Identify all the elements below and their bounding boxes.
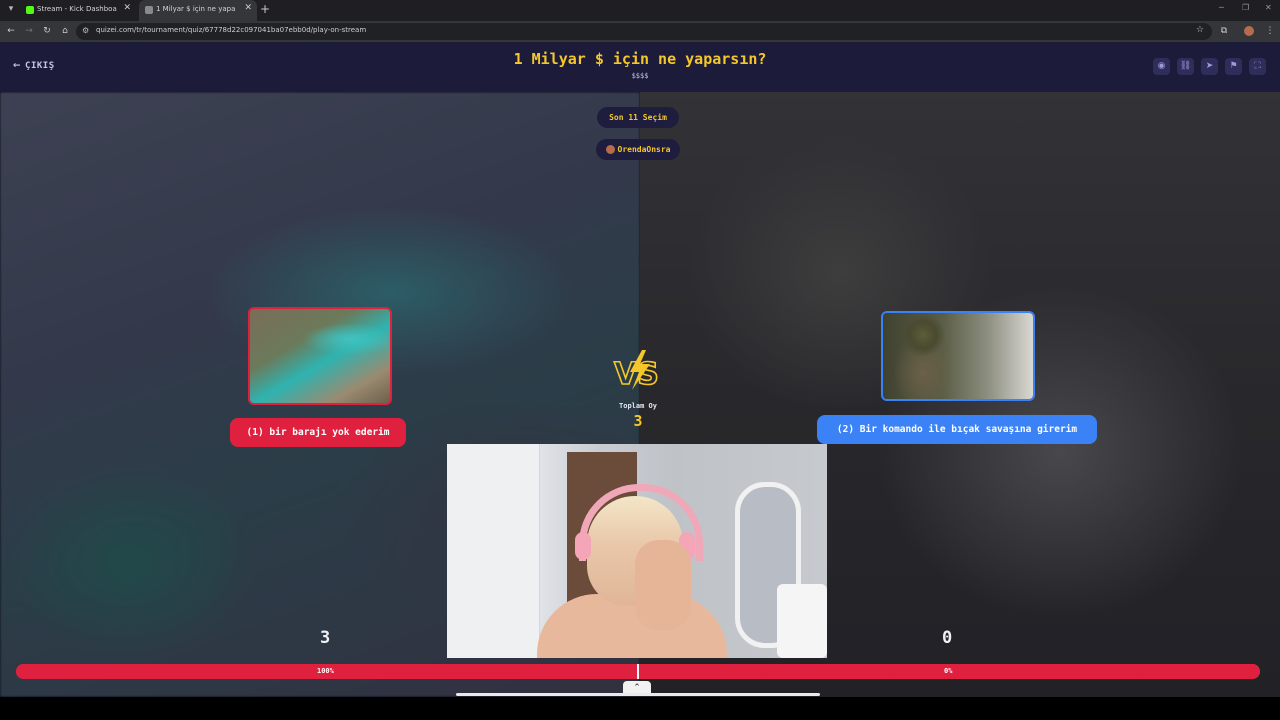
site-info-icon[interactable]: ⚙ bbox=[82, 26, 89, 35]
soldier-image bbox=[883, 313, 1033, 399]
quiz-favicon-icon bbox=[145, 6, 153, 14]
close-window-icon[interactable]: ✕ bbox=[1265, 3, 1272, 12]
home-icon[interactable]: ⌂ bbox=[59, 25, 71, 37]
bookmark-star-icon[interactable]: ☆ bbox=[1196, 25, 1204, 35]
right-percent: 0% bbox=[944, 667, 953, 675]
browser-toolbar: ← → ↻ ⌂ ⚙ quizei.com/tr/tournament/quiz/… bbox=[0, 21, 1280, 42]
kick-favicon-icon bbox=[26, 6, 34, 14]
tab-close-icon[interactable]: ✕ bbox=[244, 3, 252, 13]
profile-avatar[interactable] bbox=[1244, 26, 1254, 36]
total-votes-value: 3 bbox=[633, 412, 643, 430]
round-label-pill: Son 11 Seçim bbox=[597, 107, 679, 128]
game-stage: Son 11 Seçim OrendaOnsra (1) bir barajı … bbox=[0, 92, 1280, 697]
tab-title: Stream - Kick Dashboard bbox=[37, 5, 117, 13]
right-vote-count: 0 bbox=[942, 628, 953, 648]
tab-search-chevron-icon[interactable]: ▾ bbox=[5, 4, 17, 16]
quiz-header: ← ÇIKIŞ 1 Milyar $ için ne yaparsın? $$$$… bbox=[0, 42, 1280, 92]
dam-image bbox=[250, 309, 390, 403]
address-bar[interactable]: ⚙ quizei.com/tr/tournament/quiz/67778d22… bbox=[76, 23, 1212, 40]
vs-lightning-icon: VS bbox=[613, 350, 660, 392]
new-tab-icon[interactable]: + bbox=[260, 2, 270, 16]
forward-icon[interactable]: → bbox=[23, 25, 35, 37]
flag-icon[interactable]: ⚑ bbox=[1225, 58, 1242, 75]
back-icon[interactable]: ← bbox=[5, 25, 17, 37]
send-icon[interactable]: ➤ bbox=[1201, 58, 1218, 75]
left-vote-count: 3 bbox=[320, 628, 331, 648]
tab-title: 1 Milyar $ için ne yaparsın? - Qu bbox=[156, 5, 236, 13]
streamer-pill: OrendaOnsra bbox=[596, 139, 680, 160]
streamer-name: OrendaOnsra bbox=[617, 145, 671, 154]
quiz-subtitle: $$$$ bbox=[631, 72, 649, 80]
quiz-title: 1 Milyar $ için ne yaparsın? bbox=[513, 50, 767, 68]
link-icon[interactable]: ⛓ bbox=[1177, 58, 1194, 75]
bottom-handle bbox=[456, 693, 820, 696]
eye-icon[interactable]: ◉ bbox=[1153, 58, 1170, 75]
browser-menu-icon[interactable]: ⋮ bbox=[1264, 25, 1276, 37]
left-percent: 100% bbox=[317, 667, 334, 675]
bottom-black-bar bbox=[0, 697, 1280, 720]
choice-left-image[interactable] bbox=[248, 307, 392, 405]
tab-close-icon[interactable]: ✕ bbox=[123, 3, 131, 13]
tab-quiz[interactable]: 1 Milyar $ için ne yaparsın? - Qu ✕ bbox=[139, 0, 257, 21]
progress-divider bbox=[637, 664, 639, 679]
streamer-avatar bbox=[605, 145, 615, 154]
restore-icon[interactable]: ❐ bbox=[1242, 3, 1249, 12]
webcam-overlay bbox=[447, 444, 827, 658]
minimize-icon[interactable]: ─ bbox=[1219, 3, 1224, 12]
fullscreen-icon[interactable]: ⛶ bbox=[1249, 58, 1266, 75]
extensions-icon[interactable]: ⧉ bbox=[1218, 25, 1230, 37]
tab-kick-dashboard[interactable]: Stream - Kick Dashboard ✕ bbox=[20, 0, 136, 21]
total-votes-label: Toplam Oy bbox=[619, 402, 657, 410]
browser-tab-bar: ▾ Stream - Kick Dashboard ✕ 1 Milyar $ i… bbox=[0, 0, 1280, 21]
url-text[interactable]: quizei.com/tr/tournament/quiz/67778d22c0… bbox=[96, 26, 366, 34]
reload-icon[interactable]: ↻ bbox=[41, 25, 53, 37]
choice-right-image[interactable] bbox=[881, 311, 1035, 401]
vote-progress-bar: 100% 0% bbox=[16, 664, 1260, 679]
